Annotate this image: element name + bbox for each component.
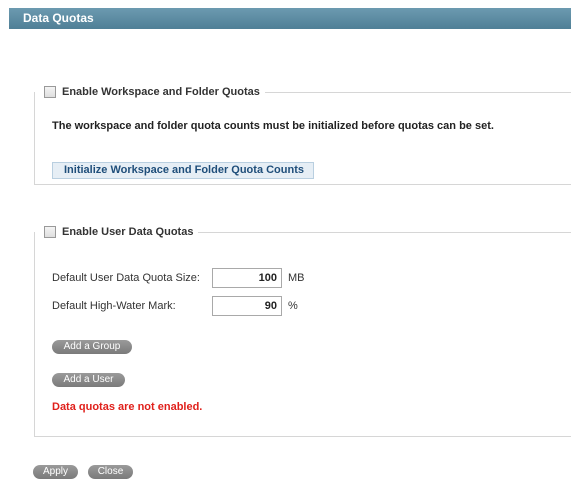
workspace-quotas-legend: Enable Workspace and Folder Quotas [35, 86, 265, 98]
page-title-bar: Data Quotas [9, 8, 571, 29]
quotas-disabled-error: Data quotas are not enabled. [52, 401, 203, 413]
quota-init-note: The workspace and folder quota counts mu… [52, 120, 494, 132]
page-title: Data Quotas [23, 11, 94, 25]
add-user-button[interactable]: Add a User [52, 373, 125, 387]
enable-user-quotas-label[interactable]: Enable User Data Quotas [62, 226, 193, 238]
user-quotas-section: Enable User Data Quotas Default User Dat… [34, 226, 571, 437]
enable-workspace-quotas-label[interactable]: Enable Workspace and Folder Quotas [62, 86, 260, 98]
quota-size-label: Default User Data Quota Size: [52, 272, 200, 284]
apply-button[interactable]: Apply [33, 465, 78, 479]
enable-user-quotas-checkbox[interactable] [44, 226, 56, 238]
high-water-label: Default High-Water Mark: [52, 300, 176, 312]
high-water-unit: % [288, 300, 298, 312]
workspace-quotas-section: Enable Workspace and Folder Quotas The w… [34, 86, 571, 185]
close-button[interactable]: Close [88, 465, 133, 479]
initialize-quota-counts-button[interactable]: Initialize Workspace and Folder Quota Co… [52, 162, 314, 179]
quota-size-row: Default User Data Quota Size: MB [52, 268, 305, 288]
high-water-row: Default High-Water Mark: % [52, 296, 298, 316]
quota-size-input[interactable] [212, 268, 282, 288]
quota-size-unit: MB [288, 272, 305, 284]
user-quotas-legend: Enable User Data Quotas [35, 226, 198, 238]
add-group-button[interactable]: Add a Group [52, 340, 132, 354]
enable-workspace-quotas-checkbox[interactable] [44, 86, 56, 98]
high-water-input[interactable] [212, 296, 282, 316]
